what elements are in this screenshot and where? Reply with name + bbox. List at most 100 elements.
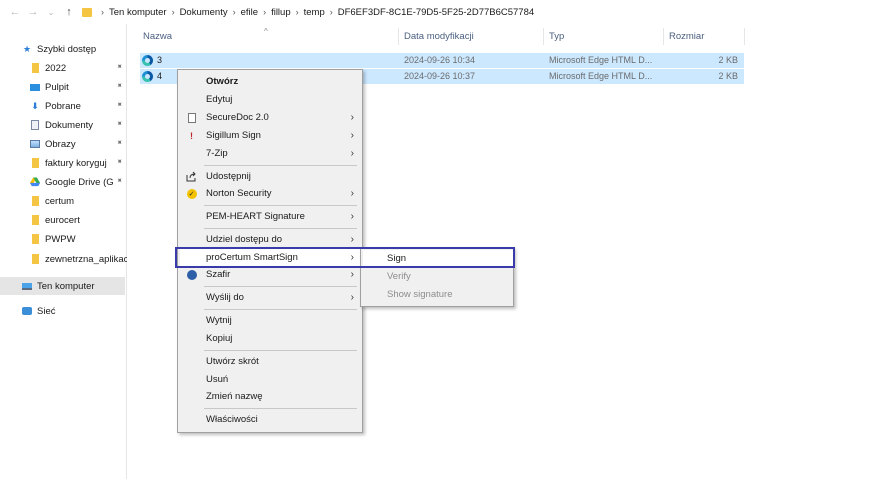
menu-item-label: Kopiuj — [206, 333, 233, 344]
desktop-icon — [30, 82, 40, 92]
column-header-size[interactable]: Rozmiar — [669, 31, 704, 42]
column-header-type[interactable]: Typ — [549, 31, 564, 42]
menu-item-norton[interactable]: ✓ Norton Security › — [180, 185, 360, 202]
sidebar-item-this-pc[interactable]: Ten komputer — [0, 277, 125, 295]
menu-item-give-access[interactable]: Udziel dostępu do › — [180, 231, 360, 248]
sidebar-item-pwpw[interactable]: PWPW — [0, 230, 127, 248]
file-name: 4 — [157, 71, 163, 81]
sidebar-item-label: Pobrane — [45, 100, 81, 112]
chevron-right-icon: › — [350, 292, 354, 303]
menu-item-label: Szafir — [206, 269, 231, 280]
chevron-right-icon: › — [295, 7, 299, 17]
network-icon — [22, 306, 32, 316]
sidebar-item-pobrane[interactable]: ⬇ Pobrane ✦ — [0, 97, 127, 115]
breadcrumb-item[interactable]: fillup — [271, 7, 291, 18]
column-header-modified[interactable]: Data modyfikacji — [404, 31, 474, 42]
sigillum-icon: ǃ — [190, 130, 193, 141]
edge-html-file-icon — [142, 55, 153, 66]
breadcrumb-item[interactable]: DF6EF3DF-8C1E-79D5-5F25-2D77B6C57784 — [338, 7, 534, 18]
column-divider[interactable] — [398, 28, 399, 45]
menu-item-rename[interactable]: Zmień nazwę — [180, 388, 360, 405]
sidebar-item-zewnetrzna[interactable]: zewnetrzna_aplikac — [0, 250, 127, 268]
download-icon: ⬇ — [31, 100, 39, 111]
menu-item-delete[interactable]: Usuń — [180, 371, 360, 388]
menu-item-securedoc[interactable]: SecureDoc 2.0 › — [180, 109, 360, 126]
forward-button[interactable]: → — [26, 6, 40, 18]
sidebar-item-label: zewnetrzna_aplikac — [45, 253, 127, 265]
breadcrumb[interactable]: › Ten komputer › Dokumenty › efile › fil… — [82, 1, 534, 23]
breadcrumb-item[interactable]: Ten komputer — [109, 7, 167, 18]
sidebar-item-dokumenty[interactable]: Dokumenty ✦ — [0, 116, 127, 134]
pictures-icon — [30, 139, 40, 149]
breadcrumb-item[interactable]: temp — [304, 7, 325, 18]
pin-icon: ✦ — [114, 117, 126, 130]
breadcrumb-item[interactable]: Dokumenty — [180, 7, 228, 18]
chevron-right-icon: › — [350, 130, 354, 141]
menu-item-share[interactable]: Udostępnij — [180, 168, 360, 185]
column-divider[interactable] — [744, 28, 745, 45]
sort-ascending-icon: ^ — [264, 27, 268, 36]
menu-separator — [204, 228, 357, 229]
menu-item-7zip[interactable]: 7-Zip › — [180, 145, 360, 162]
menu-item-label: Udziel dostępu do — [206, 234, 283, 245]
sidebar-item-eurocert[interactable]: eurocert — [0, 211, 127, 229]
sidebar-item-network[interactable]: Sieć — [0, 302, 127, 320]
chevron-right-icon: › — [350, 112, 354, 123]
menu-item-send-to[interactable]: Wyślij do › — [180, 289, 360, 306]
column-header-name[interactable]: Nazwa — [143, 31, 172, 42]
folder-icon — [30, 234, 40, 244]
menu-item-cut[interactable]: Wytnij — [180, 312, 360, 329]
sidebar-item-certum[interactable]: certum — [0, 192, 127, 210]
file-modified: 2024-09-26 10:34 — [404, 55, 476, 65]
folder-icon — [30, 158, 40, 168]
chevron-right-icon: › — [232, 7, 236, 17]
chevron-right-icon: › — [101, 7, 104, 17]
sidebar-item-label: Ten komputer — [37, 280, 95, 292]
sidebar-item-label: certum — [45, 195, 75, 207]
column-divider[interactable] — [663, 28, 664, 45]
menu-item-properties[interactable]: Właściwości — [180, 411, 360, 428]
menu-separator — [204, 309, 357, 310]
sidebar-item-pulpit[interactable]: Pulpit ✦ — [0, 78, 127, 96]
sidebar-item-faktury[interactable]: faktury koryguj ✦ — [0, 154, 127, 172]
sidebar-item-label: 2022 — [45, 62, 67, 74]
documents-icon — [30, 120, 40, 130]
breadcrumb-item[interactable]: efile — [241, 7, 258, 18]
menu-item-label: Verify — [387, 271, 411, 282]
recent-locations-button[interactable]: ⌄ — [44, 8, 58, 17]
sidebar-item-label: Szybki dostęp — [37, 43, 97, 55]
menu-item-label: Otwórz — [206, 76, 239, 87]
pin-icon: ✦ — [114, 174, 126, 187]
back-button[interactable]: ← — [8, 6, 22, 18]
sidebar-item-quick-access[interactable]: ★ Szybki dostęp — [0, 40, 127, 58]
menu-item-label: Edytuj — [206, 94, 233, 105]
column-divider[interactable] — [543, 28, 544, 45]
folder-icon — [30, 196, 40, 206]
menu-item-create-shortcut[interactable]: Utwórz skrót — [180, 353, 360, 370]
file-modified: 2024-09-26 10:37 — [404, 71, 476, 81]
menu-item-pem-heart[interactable]: PEM-HEART Signature › — [180, 208, 360, 225]
menu-item-copy[interactable]: Kopiuj — [180, 330, 360, 347]
file-row[interactable]: 3 2024-09-26 10:34 Microsoft Edge HTML D… — [140, 53, 744, 68]
sidebar-item-google-drive[interactable]: Google Drive (G ✦ — [0, 173, 127, 191]
sidebar-item-2022[interactable]: 2022 ✦ — [0, 59, 127, 77]
chevron-right-icon: › — [350, 148, 354, 159]
share-icon — [186, 171, 197, 182]
menu-item-label: Udostępnij — [206, 171, 251, 182]
menu-item-label: Utwórz skrót — [206, 356, 259, 367]
computer-icon — [22, 281, 32, 291]
menu-separator — [204, 205, 357, 206]
chevron-right-icon: › — [171, 7, 175, 17]
menu-item-sigillum[interactable]: ǃ Sigillum Sign › — [180, 127, 360, 144]
menu-item-szafir[interactable]: Szafir › — [180, 266, 360, 283]
up-button[interactable]: ↑ — [62, 6, 76, 18]
google-drive-icon — [30, 177, 40, 187]
highlight-annotation-box — [175, 247, 515, 268]
sidebar-item-label: eurocert — [45, 214, 80, 226]
sidebar-item-obrazy[interactable]: Obrazy ✦ — [0, 135, 127, 153]
menu-item-label: SecureDoc 2.0 — [206, 112, 269, 123]
sidebar-item-label: faktury koryguj — [45, 157, 107, 169]
menu-item-label: Zmień nazwę — [206, 391, 263, 402]
menu-item-open[interactable]: Otwórz — [180, 73, 360, 90]
menu-item-edit[interactable]: Edytuj — [180, 91, 360, 108]
